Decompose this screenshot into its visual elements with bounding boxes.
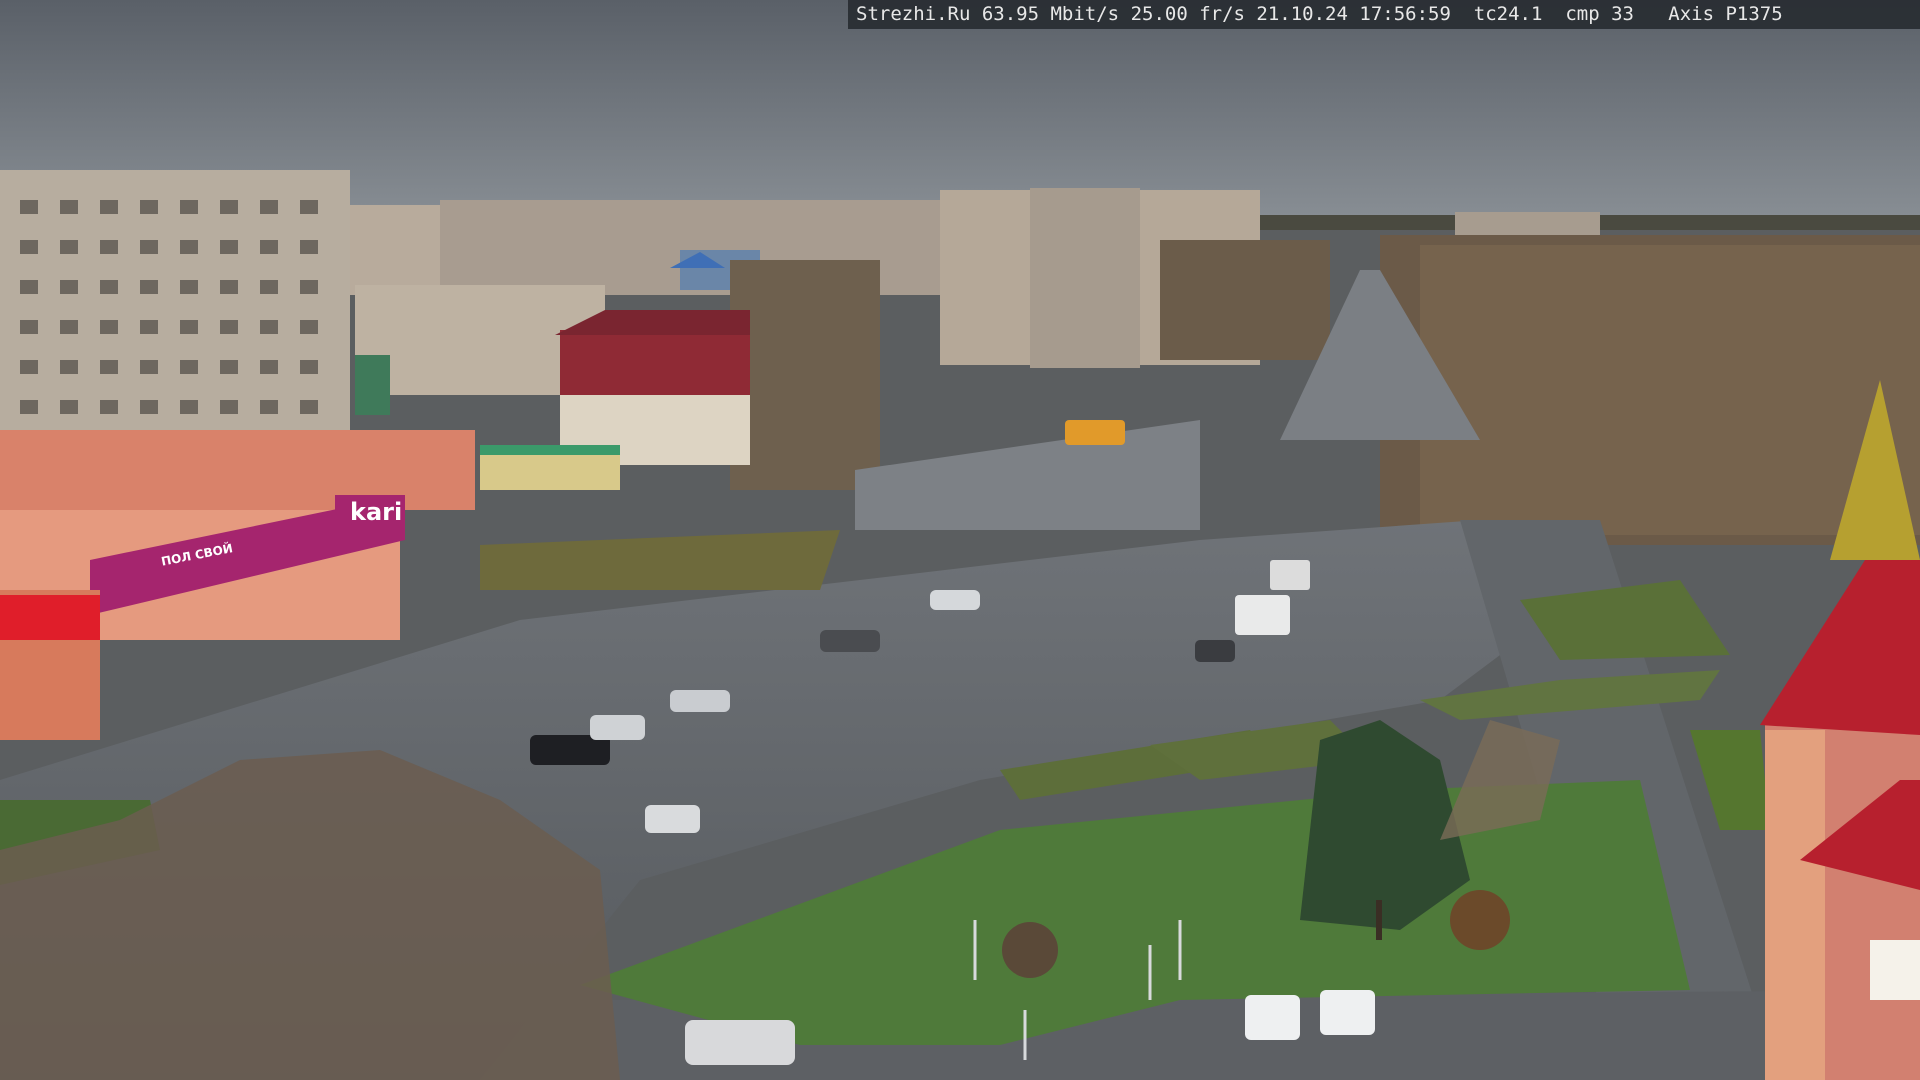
webcam-scene xyxy=(0,0,1920,1080)
tree-line-right xyxy=(1380,235,1920,560)
camera-info-overlay: Strezhi.Ru 63.95 Mbit/s 25.00 fr/s 21.10… xyxy=(848,0,1920,29)
overlay-bitrate: 63.95 Mbit/s xyxy=(981,3,1120,25)
overlay-framerate: 25.00 fr/s xyxy=(1130,3,1245,25)
overlay-tc: tc24.1 xyxy=(1473,3,1543,25)
store-sign-kari: kari xyxy=(350,498,403,526)
overlay-time: 17:56:59 xyxy=(1359,3,1451,25)
overlay-date: 21.10.24 xyxy=(1256,3,1348,25)
overlay-camera: Axis P1375 xyxy=(1668,3,1783,25)
overlay-cmp: cmp 33 xyxy=(1565,3,1634,25)
overlay-site: Strezhi.Ru xyxy=(856,3,971,25)
